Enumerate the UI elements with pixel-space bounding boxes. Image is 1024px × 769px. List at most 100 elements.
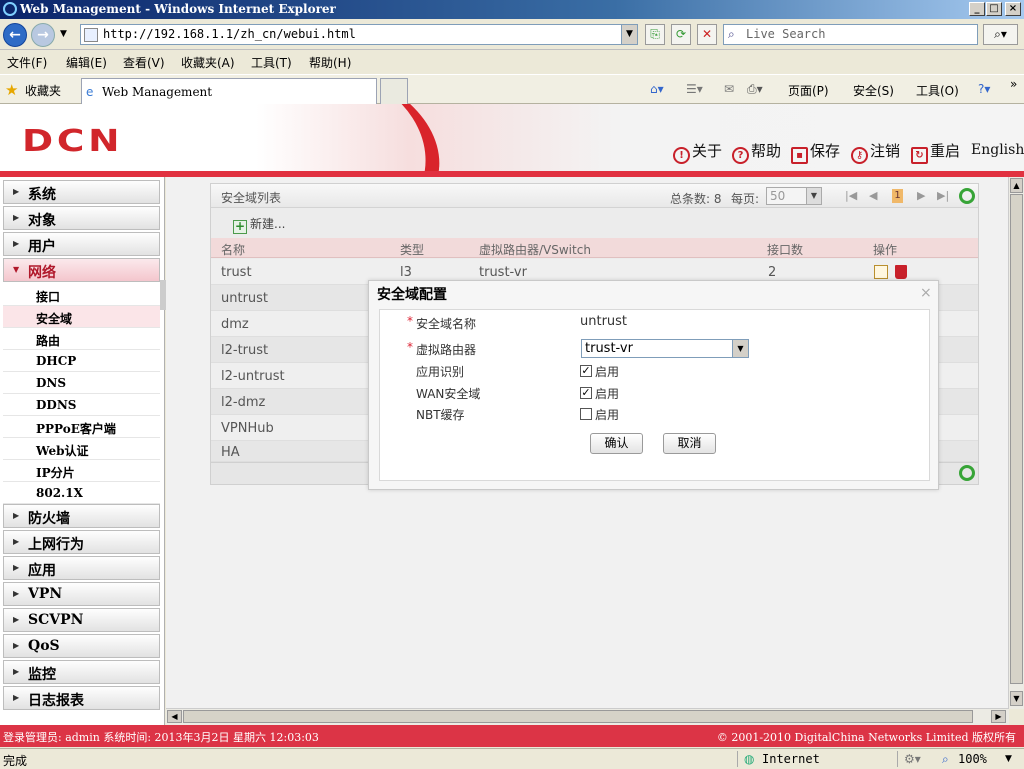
vertical-scrollbar[interactable]: ▲ ▼ — [1008, 177, 1024, 709]
zoom-level[interactable]: 100% — [958, 752, 987, 766]
mail-icon[interactable]: ✉ — [724, 82, 734, 96]
sidebar-item-monitor[interactable]: ▶ 监控 — [3, 660, 160, 684]
close-window-button[interactable]: × — [1005, 2, 1021, 16]
prev-page-icon[interactable]: ◀ — [869, 189, 877, 202]
sidebar-sub-interface[interactable]: 接口 — [3, 284, 160, 306]
menu-file[interactable]: 文件(F) — [7, 54, 47, 71]
sidebar-sub-pppoe[interactable]: PPPoE客户端 — [3, 416, 160, 438]
scroll-up-icon[interactable]: ▲ — [1010, 178, 1023, 193]
ok-button[interactable]: 确认 — [590, 433, 643, 454]
help-link[interactable]: ? 帮助 — [732, 140, 781, 164]
new-zone-button[interactable]: + 新建... — [233, 215, 285, 234]
sidebar-sub-8021x[interactable]: 802.1X — [3, 482, 160, 504]
per-page-select[interactable]: 50 ▼ — [766, 187, 822, 205]
nbt-cache-label: NBT缓存 — [416, 408, 465, 422]
close-icon[interactable]: × — [920, 285, 932, 301]
first-page-icon[interactable]: |◀ — [845, 189, 857, 202]
nbt-cache-checkbox[interactable] — [580, 408, 592, 420]
logout-link[interactable]: ⚷ 注销 — [851, 140, 900, 164]
tools-menu[interactable]: 工具(O) — [916, 82, 959, 99]
new-tab-button[interactable] — [380, 78, 408, 104]
app-id-checkbox[interactable]: ✓ — [580, 365, 592, 377]
address-dropdown-icon[interactable]: ▼ — [621, 25, 637, 44]
refresh-icon[interactable] — [959, 188, 975, 204]
cancel-button[interactable]: 取消 — [663, 433, 716, 454]
sidebar-sub-ddns[interactable]: DDNS — [3, 394, 160, 416]
next-page-icon[interactable]: ▶ — [917, 189, 925, 202]
help-icon[interactable]: ?▾ — [978, 82, 990, 96]
vr-select[interactable]: trust-vr ▼ — [581, 339, 749, 358]
tab-title: Web Management — [102, 85, 213, 99]
sidebar-sub-dns[interactable]: DNS — [3, 372, 160, 394]
sidebar-sub-zone[interactable]: 安全域 — [3, 306, 160, 328]
sidebar-item-qos[interactable]: ▶ QoS — [3, 634, 160, 658]
address-toolbar: ← → ▼ http://192.168.1.1/zh_cn/webui.htm… — [0, 19, 1024, 50]
menu-favorites[interactable]: 收藏夹(A) — [181, 54, 235, 71]
sidebar-sub-ipfrag[interactable]: IP分片 — [3, 460, 160, 482]
home-icon[interactable]: ⌂▾ — [650, 82, 664, 96]
hscroll-thumb[interactable] — [183, 710, 973, 723]
copyright: © 2001-2010 DigitalChina Networks Limite… — [716, 731, 1016, 744]
delete-icon[interactable] — [895, 265, 907, 279]
favorites-star-icon[interactable]: ★ — [5, 81, 18, 99]
sidebar-item-scvpn[interactable]: ▶ SCVPN — [3, 608, 160, 632]
tab-ie-icon: e — [86, 85, 94, 99]
refresh-icon[interactable] — [959, 465, 975, 481]
sidebar-sub-routing[interactable]: 路由 — [3, 328, 160, 350]
chevron-right-icon: ▶ — [13, 213, 20, 222]
sidebar-item-logs[interactable]: ▶ 日志报表 — [3, 686, 160, 710]
search-input[interactable]: ⌕ Live Search — [723, 24, 978, 45]
minimize-button[interactable]: _ — [969, 2, 985, 16]
favorites-button[interactable]: 收藏夹 — [25, 82, 61, 99]
sidebar-sub-webauth[interactable]: Web认证 — [3, 438, 160, 460]
horizontal-scrollbar[interactable]: ◀ ▶ — [166, 708, 1009, 725]
chevron-more-icon[interactable]: » — [1010, 77, 1017, 91]
address-field[interactable]: http://192.168.1.1/zh_cn/webui.html ▼ — [80, 24, 638, 45]
menu-view[interactable]: 查看(V) — [123, 54, 165, 71]
forward-button[interactable]: → — [31, 23, 55, 47]
refresh-icon[interactable]: ⟳ — [671, 24, 691, 45]
sidebar-item-firewall[interactable]: ▶ 防火墙 — [3, 504, 160, 528]
about-link[interactable]: ! 关于 — [673, 140, 722, 164]
dialog-title: 安全域配置 — [377, 287, 447, 303]
scroll-thumb[interactable] — [1010, 194, 1023, 684]
sidebar-item-network[interactable]: ▼ 网络 — [3, 258, 160, 282]
sidebar-item-system[interactable]: ▶ 系统 — [3, 180, 160, 204]
scroll-down-icon[interactable]: ▼ — [1010, 691, 1023, 706]
wan-zone-checkbox[interactable]: ✓ — [580, 387, 592, 399]
sidebar-sub-dhcp[interactable]: DHCP — [3, 350, 160, 372]
menu-edit[interactable]: 编辑(E) — [66, 54, 107, 71]
system-info-bar: 登录管理员: admin 系统时间: 2013年3月2日 星期六 12:03:0… — [0, 725, 1024, 747]
scroll-right-icon[interactable]: ▶ — [991, 710, 1006, 723]
english-link[interactable]: English — [971, 142, 1024, 158]
edit-icon[interactable] — [874, 265, 888, 279]
page-menu[interactable]: 页面(P) — [788, 82, 829, 99]
compat-icon[interactable]: ⎘ — [645, 24, 665, 45]
menu-tools[interactable]: 工具(T) — [251, 54, 292, 71]
search-go-icon[interactable]: ⌕▾ — [983, 24, 1018, 45]
history-dropdown-icon[interactable]: ▼ — [60, 29, 67, 39]
sidebar-item-behavior[interactable]: ▶ 上网行为 — [3, 530, 160, 554]
browser-tab[interactable]: e Web Management — [81, 78, 377, 104]
sidebar-item-vpn[interactable]: ▶ VPN — [3, 582, 160, 606]
save-link[interactable]: ▪ 保存 — [791, 140, 840, 164]
app-id-enable-label: 启用 — [595, 365, 620, 379]
back-button[interactable]: ← — [3, 23, 27, 47]
scroll-left-icon[interactable]: ◀ — [167, 710, 182, 723]
stop-icon[interactable]: ✕ — [697, 24, 717, 45]
protected-mode-icon[interactable]: ⚙▾ — [904, 752, 921, 766]
safety-menu[interactable]: 安全(S) — [853, 82, 894, 99]
restart-link[interactable]: ↻ 重启 — [911, 140, 960, 164]
print-icon[interactable]: ⎙▾ — [747, 82, 763, 97]
maximize-button[interactable]: □ — [986, 2, 1002, 16]
key-icon: ⚷ — [851, 147, 868, 164]
last-page-icon[interactable]: ▶| — [937, 189, 949, 202]
menu-help[interactable]: 帮助(H) — [309, 54, 351, 71]
sidebar-item-user[interactable]: ▶ 用户 — [3, 232, 160, 256]
zoom-dropdown-icon[interactable]: ▼ — [1005, 754, 1012, 764]
sidebar-item-application[interactable]: ▶ 应用 — [3, 556, 160, 580]
add-icon: + — [233, 219, 247, 234]
login-info: 登录管理员: admin 系统时间: 2013年3月2日 星期六 12:03:0… — [3, 731, 319, 744]
feeds-icon[interactable]: ☰▾ — [686, 82, 703, 96]
sidebar-item-object[interactable]: ▶ 对象 — [3, 206, 160, 230]
